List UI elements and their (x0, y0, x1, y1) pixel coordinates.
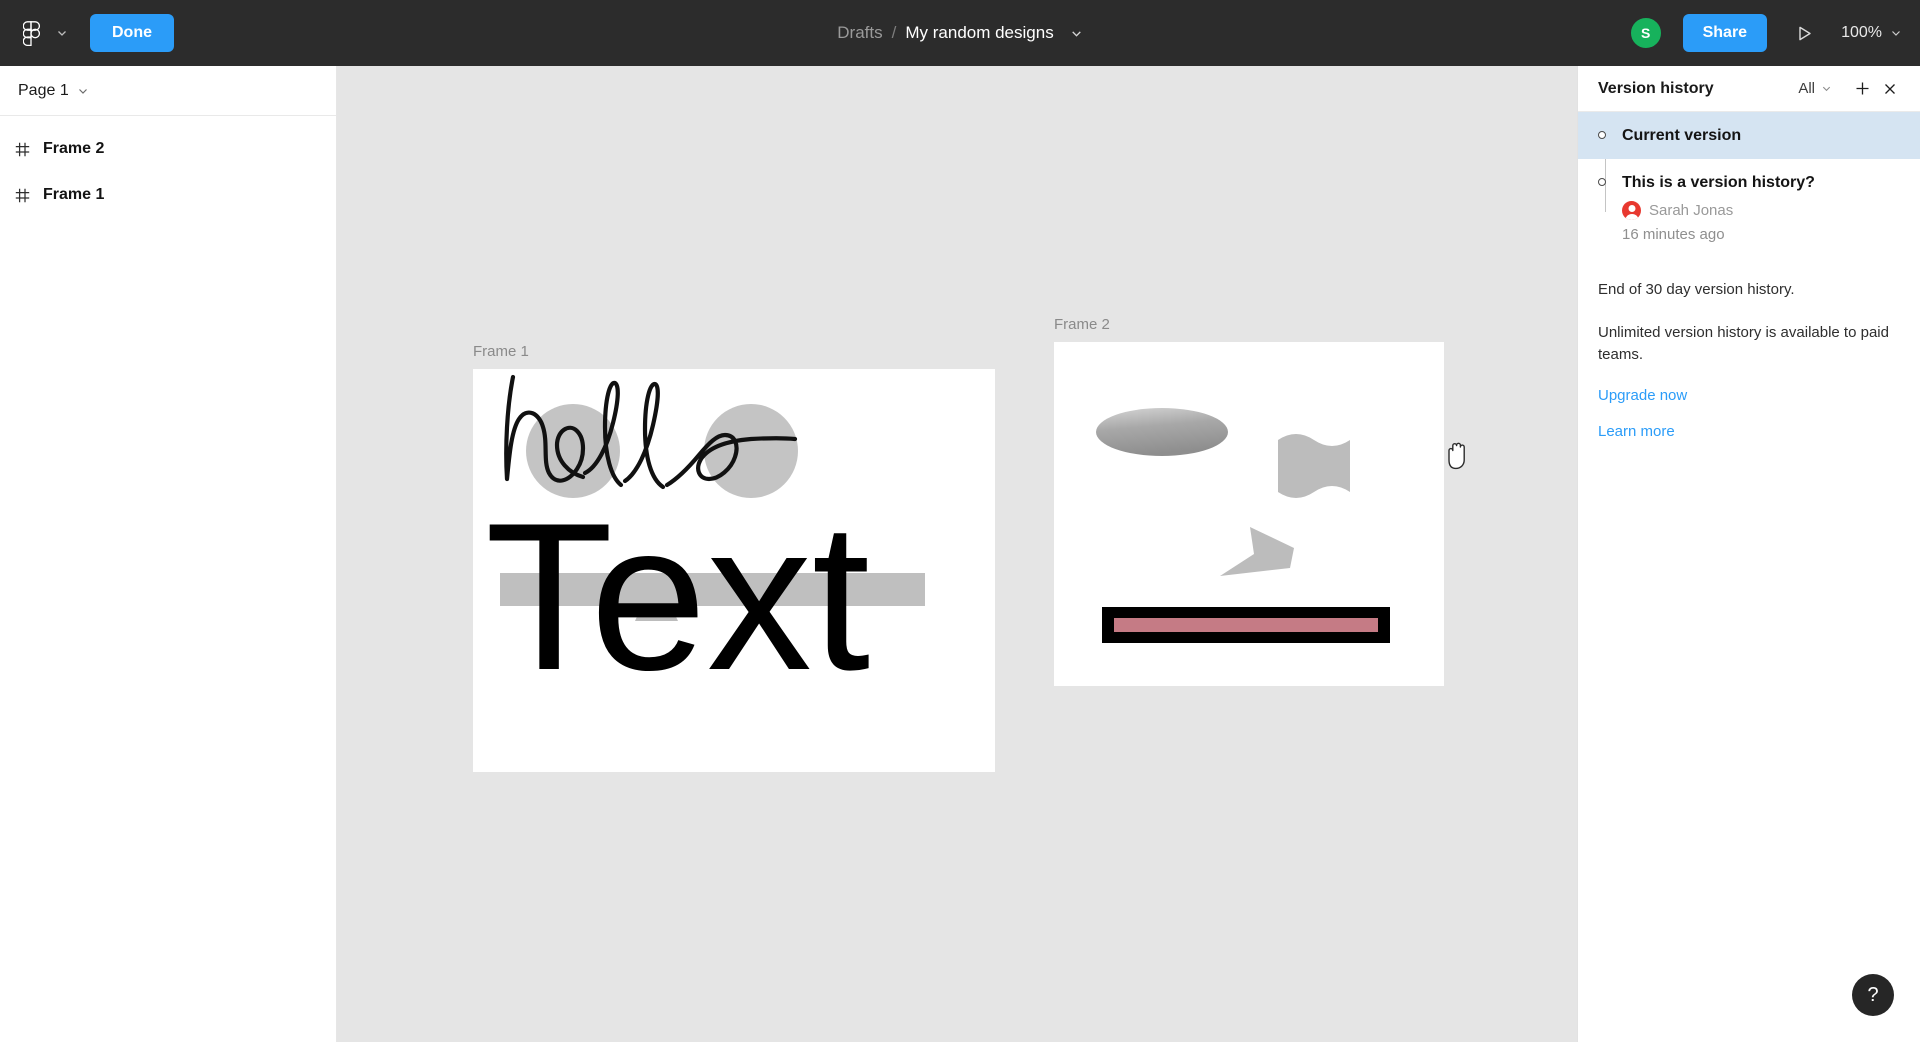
user-avatar[interactable]: S (1628, 16, 1663, 50)
figma-editor-window: Done Drafts / My random designs S Share … (0, 0, 1920, 1042)
breadcrumb-separator: / (891, 23, 897, 42)
version-panel-title: Version history (1598, 79, 1714, 97)
top-toolbar: Done Drafts / My random designs S Share … (0, 0, 1920, 66)
frame-hash-icon (15, 142, 30, 156)
version-timestamp: 16 minutes ago (1622, 226, 1725, 244)
version-timeline-dot (1598, 178, 1606, 187)
version-history-panel: Version history All Current version This… (1577, 66, 1920, 1042)
plus-icon (1856, 82, 1868, 95)
sidebar-item-frame-2[interactable]: Frame 2 (0, 126, 336, 172)
frame-hash-icon (15, 188, 30, 202)
version-entry-body: This is a version history? Sarah Jonas 1… (1622, 173, 1902, 243)
toolbar-right-group: S Share 100% (1628, 0, 1902, 66)
frame-1-title[interactable]: Frame 1 (473, 343, 529, 360)
canvas-frame-2[interactable]: Frame 2 (1054, 316, 1444, 686)
zoom-control[interactable]: 100% (1841, 24, 1902, 42)
version-entry-body: Current version (1622, 126, 1902, 145)
done-button[interactable]: Done (90, 14, 174, 52)
zoom-level-value: 100% (1841, 24, 1882, 41)
version-dot-wrap (1596, 126, 1608, 145)
breadcrumb-file-name[interactable]: My random designs (905, 23, 1053, 43)
close-panel-button[interactable] (1876, 75, 1904, 103)
breadcrumb-drafts-link[interactable]: Drafts (837, 23, 882, 43)
version-entry-named[interactable]: This is a version history? Sarah Jonas 1… (1578, 159, 1920, 257)
close-icon (1885, 83, 1895, 94)
version-panel-info: End of 30 day version history. Unlimited… (1578, 257, 1920, 440)
toolbar-left-group: Done (0, 14, 174, 52)
share-button[interactable]: Share (1682, 14, 1768, 52)
info-end-of-history: End of 30 day version history. (1598, 281, 1795, 299)
zoom-chevron-down-icon (1892, 31, 1900, 36)
frame-2-title[interactable]: Frame 2 (1054, 316, 1110, 333)
sidebar-item-frame-1[interactable]: Frame 1 (0, 172, 336, 218)
canvas-frame-1[interactable]: Frame 1 Text (473, 343, 995, 772)
version-entry-name: Current version (1622, 127, 1742, 144)
layer-name-label: Frame 2 (43, 140, 105, 157)
frame-1-content: Text (473, 369, 995, 772)
help-button[interactable]: ? (1852, 974, 1894, 1016)
pink-inner-bar-shape (1114, 618, 1378, 632)
big-text-shape: Text (485, 479, 870, 714)
version-filter-label: All (1798, 80, 1815, 97)
file-menu-chevron-down-icon[interactable] (1070, 27, 1083, 40)
filter-chevron-down-icon (1822, 86, 1831, 92)
layers-sidebar: Page 1 Frame 2 Frame 1 (0, 66, 337, 1042)
frame-2-content (1054, 342, 1444, 686)
layer-name-label: Frame 1 (43, 186, 105, 203)
version-author-row: Sarah Jonas (1622, 201, 1902, 221)
design-canvas[interactable]: Frame 1 Text Frame 2 (337, 66, 1577, 1042)
main-menu-chevron-down-icon[interactable] (52, 23, 72, 43)
version-dot-wrap (1596, 173, 1608, 243)
page-name-label: Page 1 (18, 81, 69, 99)
author-avatar (1622, 201, 1641, 221)
add-version-button[interactable] (1848, 75, 1876, 103)
version-panel-header: Version history All (1578, 66, 1920, 112)
frame-2-artwork (1096, 408, 1390, 643)
figma-logo-icon[interactable] (14, 16, 48, 50)
version-author-name: Sarah Jonas (1649, 202, 1734, 220)
page-selector[interactable]: Page 1 (0, 66, 336, 116)
version-filter-dropdown[interactable]: All (1798, 80, 1832, 97)
info-unlimited-history: Unlimited version history is available t… (1598, 323, 1889, 364)
version-entry-current[interactable]: Current version (1578, 112, 1920, 160)
page-chevron-down-icon (78, 88, 87, 94)
gradient-ellipse-shape (1096, 408, 1228, 456)
version-timeline-dot (1598, 131, 1606, 139)
version-list: Current version This is a version histor… (1578, 112, 1920, 257)
bowtie-blob-shape (1278, 434, 1350, 498)
layer-list: Frame 2 Frame 1 (0, 116, 336, 218)
upgrade-now-link[interactable]: Upgrade now (1598, 387, 1900, 404)
arrow-polygon-shape (1220, 527, 1294, 576)
present-play-icon[interactable] (1789, 18, 1819, 48)
frame-1-artwork: Text (485, 374, 925, 714)
learn-more-link[interactable]: Learn more (1598, 423, 1900, 440)
version-entry-name: This is a version history? (1622, 174, 1815, 192)
